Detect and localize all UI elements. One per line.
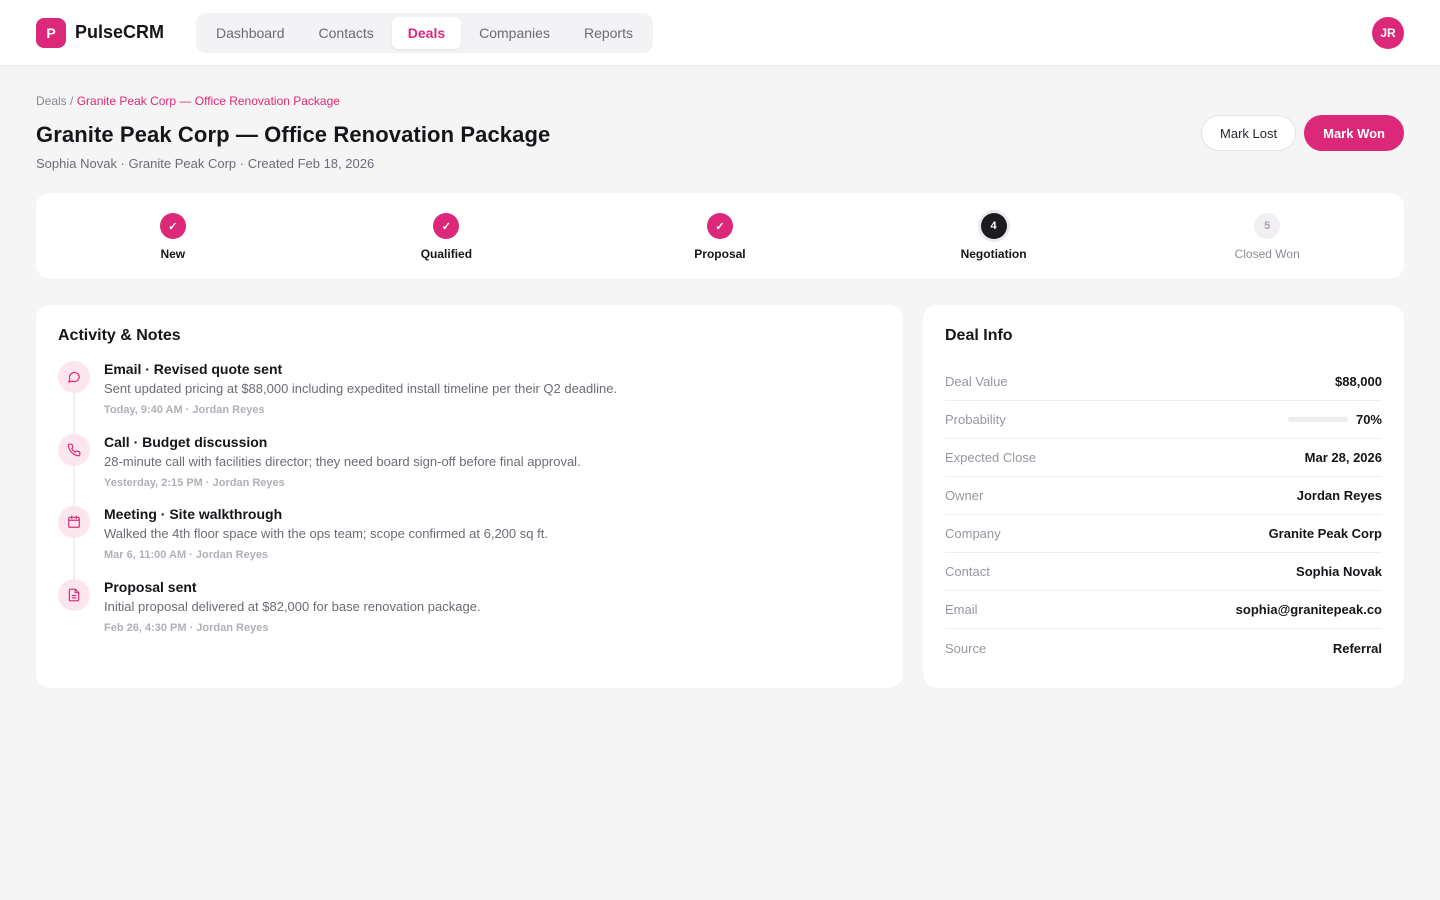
breadcrumb-current: Granite Peak Corp — Office Renovation Pa… xyxy=(76,94,340,108)
activity-item[interactable]: Call · Budget discussion 28-minute call … xyxy=(58,433,881,507)
stage-number: 4 xyxy=(980,213,1007,239)
info-label: Expected Close xyxy=(945,450,1037,465)
stage-new[interactable]: ✓ New xyxy=(36,213,310,261)
stage-qualified[interactable]: ✓ Qualified xyxy=(310,213,584,261)
activity-item[interactable]: Email · Revised quote sent Sent updated … xyxy=(58,361,881,434)
activity-timeline: Email · Revised quote sent Sent updated … xyxy=(58,361,881,652)
breadcrumb-deals-link[interactable]: Deals xyxy=(36,94,67,108)
activity-item-text: 28-minute call with facilities director;… xyxy=(104,453,581,469)
info-row-probability: Probability 70% xyxy=(945,401,1382,439)
info-row-deal-value: Deal Value $88,000 xyxy=(945,363,1382,401)
deal-subtitle: Sophia Novak · Granite Peak Corp · Creat… xyxy=(36,156,375,171)
calendar-icon xyxy=(58,506,90,539)
top-bar: P PulseCRM Dashboard Contacts Deals Comp… xyxy=(0,0,1440,66)
check-icon: ✓ xyxy=(159,213,186,239)
activity-item-meta: Today, 9:40 AM · Jordan Reyes xyxy=(104,404,265,416)
stage-label: Qualified xyxy=(420,247,473,261)
mark-won-button[interactable]: Mark Won xyxy=(1304,115,1404,151)
info-row-contact: Contact Sophia Novak xyxy=(945,553,1382,591)
stage-label: New xyxy=(160,247,186,261)
info-label: Source xyxy=(945,640,987,656)
activity-title: Activity & Notes xyxy=(58,327,181,344)
document-icon xyxy=(58,579,90,612)
info-row-email: Email sophia@granitepeak.co xyxy=(945,591,1382,629)
activity-item-meta: Feb 26, 4:30 PM · Jordan Reyes xyxy=(104,622,269,635)
deal-info-card: Deal Info Deal Value $88,000 Probability… xyxy=(923,305,1404,688)
info-row-company: Company Granite Peak Corp xyxy=(945,515,1382,553)
deal-actions: Mark Lost Mark Won xyxy=(1201,115,1404,151)
probability-meter: 70% xyxy=(1287,412,1382,427)
nav-tab-deals[interactable]: Deals xyxy=(391,16,462,49)
info-label: Probability xyxy=(945,412,1006,427)
info-label: Deal Value xyxy=(945,374,1008,389)
stage-label: Negotiation xyxy=(960,247,1027,261)
activity-item[interactable]: Proposal sent Initial proposal delivered… xyxy=(58,579,881,652)
brand-name: PulseCRM xyxy=(75,22,165,42)
activity-item-text: Sent updated pricing at $88,000 includin… xyxy=(104,381,618,396)
content-area: Activity & Notes Email · Revised quote s… xyxy=(36,305,1404,688)
brand-logo: P xyxy=(36,17,66,48)
info-row-owner: Owner Jordan Reyes xyxy=(945,477,1382,515)
activity-item-meta: Mar 6, 11:00 AM · Jordan Reyes xyxy=(104,549,269,562)
activity-item-text: Walked the 4th floor space with the ops … xyxy=(104,526,548,542)
stage-number: 5 xyxy=(1254,213,1281,239)
probability-bar-track xyxy=(1287,417,1348,422)
deal-page: Deals / Granite Peak Corp — Office Renov… xyxy=(0,94,1440,688)
activity-item-meta: Yesterday, 2:15 PM · Jordan Reyes xyxy=(104,476,285,489)
info-value[interactable]: sophia@granitepeak.co xyxy=(1236,602,1382,617)
info-value: $88,000 xyxy=(1335,374,1382,389)
activity-item-title: Email · Revised quote sent xyxy=(104,361,283,377)
deal-info-title: Deal Info xyxy=(945,327,1013,344)
user-avatar[interactable]: JR xyxy=(1372,17,1404,49)
breadcrumb: Deals / Granite Peak Corp — Office Renov… xyxy=(36,94,1404,108)
stage-negotiation[interactable]: 4 Negotiation xyxy=(857,213,1131,261)
pipeline-stepper: ✓ New ✓ Qualified ✓ Proposal 4 Negotiati… xyxy=(36,193,1404,279)
brand[interactable]: P PulseCRM xyxy=(36,17,165,48)
mark-lost-button[interactable]: Mark Lost xyxy=(1201,115,1297,151)
info-value[interactable]: Granite Peak Corp xyxy=(1269,526,1382,541)
info-row-expected-close: Expected Close Mar 28, 2026 xyxy=(945,439,1382,477)
nav-tab-reports[interactable]: Reports xyxy=(568,17,649,49)
info-label: Contact xyxy=(945,564,990,579)
stage-label: Closed Won xyxy=(1234,247,1300,261)
nav-tab-companies[interactable]: Companies xyxy=(463,17,566,49)
main-nav: Dashboard Contacts Deals Companies Repor… xyxy=(196,12,653,53)
stage-proposal[interactable]: ✓ Proposal xyxy=(583,213,857,261)
info-label: Company xyxy=(945,526,1001,541)
deal-info-list: Deal Value $88,000 Probability 70% Expec… xyxy=(945,363,1382,667)
phone-icon xyxy=(58,433,90,466)
info-label: Owner xyxy=(945,488,984,503)
stage-label: Proposal xyxy=(694,247,746,261)
info-value[interactable]: Sophia Novak xyxy=(1296,564,1382,579)
deal-header: Granite Peak Corp — Office Renovation Pa… xyxy=(36,115,1404,171)
info-value: Mar 28, 2026 xyxy=(1304,450,1382,465)
check-icon: ✓ xyxy=(433,213,460,239)
info-value: 70% xyxy=(1355,412,1382,427)
activity-card: Activity & Notes Email · Revised quote s… xyxy=(36,305,903,688)
info-row-source: Source Referral xyxy=(945,629,1382,667)
check-icon: ✓ xyxy=(706,213,733,239)
page-title: Granite Peak Corp — Office Renovation Pa… xyxy=(36,122,551,147)
activity-item-title: Call · Budget discussion xyxy=(104,433,268,450)
activity-item[interactable]: Meeting · Site walkthrough Walked the 4t… xyxy=(58,506,881,579)
info-value[interactable]: Jordan Reyes xyxy=(1297,488,1382,503)
info-value: Referral xyxy=(1332,640,1382,656)
nav-tab-dashboard[interactable]: Dashboard xyxy=(200,17,301,49)
breadcrumb-separator: / xyxy=(66,94,77,108)
info-label: Email xyxy=(945,602,978,617)
chat-bubble-icon xyxy=(58,361,90,393)
nav-tab-contacts[interactable]: Contacts xyxy=(303,17,390,49)
activity-item-title: Proposal sent xyxy=(104,579,197,596)
activity-item-title: Meeting · Site walkthrough xyxy=(104,506,283,523)
activity-item-text: Initial proposal delivered at $82,000 fo… xyxy=(104,599,481,615)
stage-closed-won[interactable]: 5 Closed Won xyxy=(1130,213,1404,261)
